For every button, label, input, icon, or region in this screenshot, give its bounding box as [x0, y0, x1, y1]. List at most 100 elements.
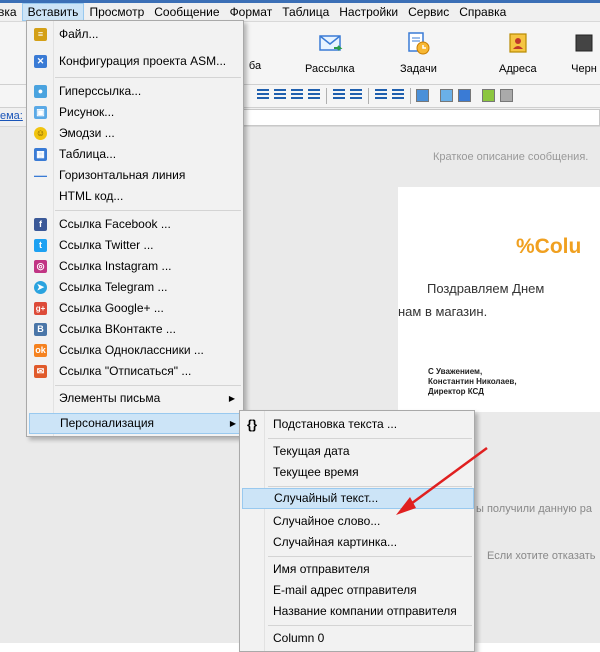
- indent-icon[interactable]: [392, 89, 404, 101]
- menu-item-odnoklassniki[interactable]: ok Ссылка Одноклассники ...: [29, 340, 241, 361]
- numbered-list-icon[interactable]: [333, 89, 345, 101]
- menu-edit[interactable]: вка: [0, 3, 22, 21]
- picture-icon: ▣: [34, 106, 47, 119]
- menu-item-vkontakte[interactable]: B Ссылка ВКонтакте ...: [29, 319, 241, 340]
- ribbon-label: Задачи: [400, 63, 437, 75]
- submenu-arrow-icon: ▶: [229, 419, 236, 428]
- menu-item-label: Ссылка "Отписаться" ...: [59, 364, 192, 378]
- bullet-list-icon[interactable]: [350, 89, 362, 101]
- menu-item-table[interactable]: ▦ Таблица...: [29, 144, 241, 165]
- menu-item-random-text[interactable]: Случайный текст...: [242, 488, 474, 509]
- menu-item-label: Горизонтальная линия: [59, 168, 186, 182]
- align-center-icon[interactable]: [274, 89, 286, 101]
- menu-item-label: Персонализация: [60, 416, 155, 430]
- menu-item-google-plus[interactable]: g+ Ссылка Google+ ...: [29, 298, 241, 319]
- align-right-icon[interactable]: [291, 89, 303, 101]
- align-left-icon[interactable]: [257, 89, 269, 101]
- menu-item-twitter[interactable]: t Ссылка Twitter ...: [29, 235, 241, 256]
- menu-item-column-0[interactable]: Column 0: [242, 628, 472, 649]
- menu-item-project-config[interactable]: ✕ Конфигурация проекта ASM...: [29, 51, 241, 72]
- menu-item-file[interactable]: ≡ Файл...: [29, 24, 241, 45]
- menu-item-hyperlink[interactable]: ● Гиперссылка...: [29, 81, 241, 102]
- menu-item-label: Имя отправителя: [273, 562, 370, 576]
- menu-separator: [268, 625, 472, 626]
- signature-line: Директор КСД: [428, 387, 484, 396]
- menu-item-label: Случайное слово...: [273, 514, 381, 528]
- horizontal-line-icon: —: [34, 168, 47, 183]
- menu-message[interactable]: Сообщение: [149, 3, 224, 21]
- menu-item-label: Таблица...: [59, 147, 117, 161]
- align-justify-icon[interactable]: [308, 89, 320, 101]
- fill-color-icon[interactable]: [416, 89, 429, 102]
- menu-item-html-code[interactable]: HTML код...: [29, 186, 241, 207]
- menu-item-label: Случайный текст...: [274, 491, 379, 505]
- menu-item-sender-company[interactable]: Название компании отправителя: [242, 601, 472, 622]
- ribbon-button-partial[interactable]: ба: [242, 30, 268, 72]
- menu-separator: [55, 385, 241, 386]
- menu-item-text-substitution[interactable]: {} Подстановка текста ...: [242, 414, 472, 435]
- menu-item-label: HTML код...: [59, 189, 124, 203]
- menu-format[interactable]: Формат: [225, 3, 278, 21]
- ribbon-button-mailing[interactable]: Рассылка: [305, 30, 355, 75]
- menu-item-facebook[interactable]: f Ссылка Facebook ...: [29, 214, 241, 235]
- subject-link[interactable]: ема:: [0, 110, 23, 122]
- menu-item-horizontal-line[interactable]: — Горизонтальная линия: [29, 165, 241, 186]
- menu-view[interactable]: Просмотр: [84, 3, 149, 21]
- menu-item-label: Ссылка Google+ ...: [59, 301, 164, 315]
- menu-item-label: Ссылка ВКонтакте ...: [59, 322, 176, 336]
- ribbon-button-addresses[interactable]: Адреса: [499, 30, 537, 75]
- menu-service[interactable]: Сервис: [403, 3, 454, 21]
- menu-help[interactable]: Справка: [454, 3, 511, 21]
- menu-item-random-word[interactable]: Случайное слово...: [242, 511, 472, 532]
- email-signature: С Уважением, Константин Николаев, Директ…: [428, 367, 517, 397]
- footer-text: Если хотите отказать: [487, 550, 596, 562]
- tasks-clock-icon: [408, 32, 430, 55]
- menu-separator: [268, 486, 472, 487]
- braces-icon: {}: [247, 417, 258, 432]
- outdent-icon[interactable]: [375, 89, 387, 101]
- unsubscribe-icon: ✉: [34, 365, 47, 378]
- image-icon[interactable]: [482, 89, 495, 102]
- ribbon-label: Рассылка: [305, 63, 355, 75]
- settings-icon[interactable]: [500, 89, 513, 102]
- menu-item-random-picture[interactable]: Случайная картинка...: [242, 532, 472, 553]
- menu-item-picture[interactable]: ▣ Рисунок...: [29, 102, 241, 123]
- menu-item-label: E-mail адрес отправителя: [273, 583, 417, 597]
- picture-icon[interactable]: [440, 89, 453, 102]
- menu-item-label: Гиперссылка...: [59, 84, 142, 98]
- menu-table[interactable]: Таблица: [277, 3, 334, 21]
- ribbon-label: Черн: [571, 63, 597, 75]
- twitter-icon: t: [34, 239, 47, 252]
- menu-item-label: Ссылка Instagram ...: [59, 259, 172, 273]
- table-icon[interactable]: [458, 89, 471, 102]
- vk-icon: B: [34, 323, 47, 336]
- toolbar-divider: [326, 88, 327, 104]
- menu-item-label: Ссылка Одноклассники ...: [59, 343, 204, 357]
- table-icon: ▦: [34, 148, 47, 161]
- menu-item-instagram[interactable]: ◎ Ссылка Instagram ...: [29, 256, 241, 277]
- toolbar-divider: [410, 88, 411, 104]
- menu-item-current-time[interactable]: Текущее время: [242, 462, 472, 483]
- menu-item-label: Конфигурация проекта ASM...: [59, 54, 227, 68]
- menu-item-telegram[interactable]: ➤ Ссылка Telegram ...: [29, 277, 241, 298]
- file-icon: ≡: [34, 28, 47, 41]
- menu-item-label: Файл...: [59, 27, 99, 41]
- signature-line: С Уважением,: [428, 367, 483, 376]
- menu-item-unsubscribe[interactable]: ✉ Ссылка "Отписаться" ...: [29, 361, 241, 382]
- menu-settings[interactable]: Настройки: [334, 3, 403, 21]
- menu-insert[interactable]: Вставить: [21, 3, 85, 21]
- ribbon-button-tasks[interactable]: Задачи: [400, 30, 437, 75]
- menu-item-letter-elements[interactable]: Элементы письма ▶: [29, 388, 241, 409]
- ribbon-button-blacklist[interactable]: Черн: [571, 30, 597, 75]
- menu-separator: [268, 556, 472, 557]
- menu-separator: [268, 438, 472, 439]
- address-book-icon: [509, 33, 527, 53]
- email-body-line: Поздравляем Днем: [427, 281, 545, 296]
- menu-separator: [55, 210, 241, 211]
- menu-item-sender-email[interactable]: E-mail адрес отправителя: [242, 580, 472, 601]
- menu-item-personalization[interactable]: Персонализация ▶: [29, 413, 243, 434]
- menu-item-sender-name[interactable]: Имя отправителя: [242, 559, 472, 580]
- menu-item-emoji[interactable]: ☺ Эмодзи ...: [29, 123, 241, 144]
- partial-icon: [242, 30, 268, 56]
- menu-item-current-date[interactable]: Текущая дата: [242, 441, 472, 462]
